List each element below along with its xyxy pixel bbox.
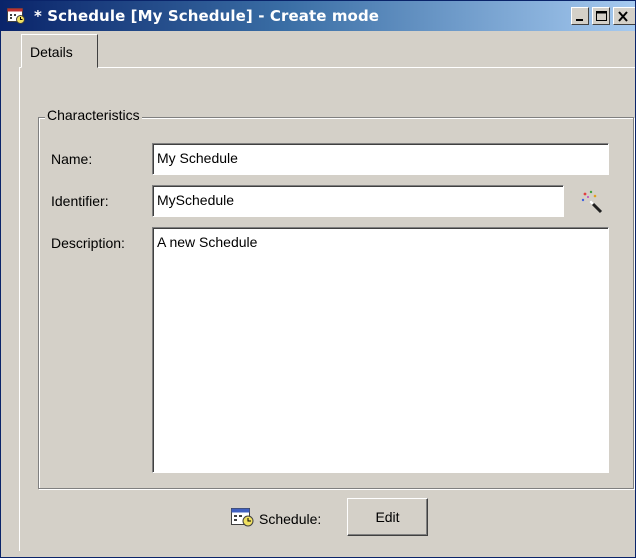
schedule-label: Schedule: xyxy=(259,511,322,527)
minimize-button[interactable] xyxy=(571,7,589,25)
schedule-calendar-icon xyxy=(231,506,255,528)
schedule-dialog: * Schedule [My Schedule] - Create mode D… xyxy=(0,0,636,558)
description-textarea[interactable]: A new Schedule xyxy=(152,227,609,473)
magic-wand-icon[interactable] xyxy=(579,189,605,215)
close-button[interactable] xyxy=(613,7,635,25)
tab-details[interactable]: Details xyxy=(21,34,98,68)
schedule-calendar-icon xyxy=(7,7,26,24)
window-title: * Schedule [My Schedule] - Create mode xyxy=(34,7,380,25)
identifier-field[interactable]: MySchedule xyxy=(152,185,564,217)
title-bar[interactable]: * Schedule [My Schedule] - Create mode xyxy=(1,1,635,31)
maximize-button[interactable] xyxy=(592,7,610,25)
identifier-label: Identifier: xyxy=(51,193,109,209)
edit-schedule-button[interactable]: Edit xyxy=(347,498,428,536)
name-label: Name: xyxy=(51,151,93,167)
tab-details-label: Details xyxy=(30,44,73,60)
characteristics-legend: Characteristics xyxy=(45,107,142,123)
name-field[interactable]: My Schedule xyxy=(152,143,609,175)
description-label: Description: xyxy=(51,235,125,251)
